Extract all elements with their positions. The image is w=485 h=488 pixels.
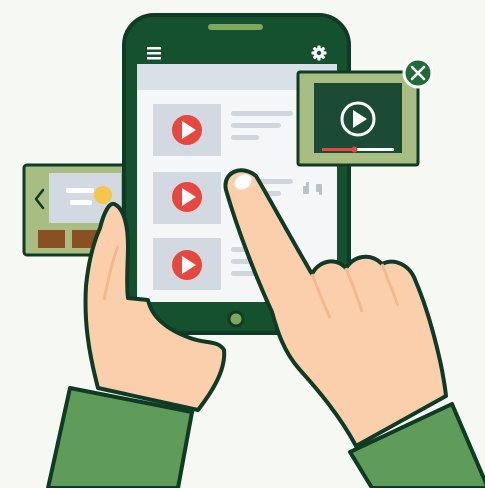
- play-icon[interactable]: [172, 182, 202, 212]
- app-header: [137, 42, 337, 64]
- gear-icon[interactable]: [311, 45, 327, 61]
- progress-fill: [322, 148, 355, 151]
- hamburger-menu-icon[interactable]: [147, 47, 161, 60]
- progress-handle[interactable]: [351, 146, 358, 153]
- play-icon[interactable]: [172, 250, 202, 280]
- close-icon[interactable]: [402, 57, 434, 89]
- illustration-stage: [0, 0, 485, 488]
- play-icon[interactable]: [172, 115, 202, 145]
- popup-video-player[interactable]: [296, 57, 434, 167]
- home-button[interactable]: [227, 310, 245, 328]
- video-app-illustration: [22, 13, 485, 488]
